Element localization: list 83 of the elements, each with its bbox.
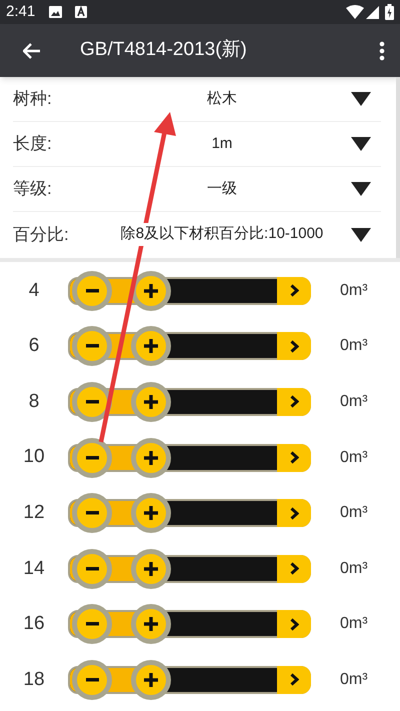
volume-value: 0m³ [340, 614, 368, 634]
chevron-right-icon [290, 618, 298, 631]
field-label: 树种: [13, 88, 53, 110]
status-time: 2:41 [6, 2, 36, 22]
volume-value: 0m³ [340, 280, 368, 301]
decrease-button[interactable] [72, 326, 112, 366]
dropdown-triangle-icon [351, 182, 371, 196]
dropdown[interactable]: 一级 [97, 167, 381, 211]
chevron-right-icon [290, 284, 298, 298]
increase-button[interactable] [131, 493, 171, 534]
minus-icon [86, 288, 98, 293]
image-icon [49, 6, 62, 18]
next-button[interactable] [277, 388, 311, 416]
chevron-right-icon [290, 562, 298, 576]
decrease-button[interactable] [72, 548, 112, 589]
diameter-label: 12 [22, 500, 46, 525]
diameter-label: 8 [28, 390, 40, 414]
increase-button[interactable] [131, 270, 171, 311]
plus-icon [144, 562, 158, 576]
plus-icon [144, 672, 158, 687]
next-button[interactable] [277, 554, 311, 583]
chevron-right-icon [290, 673, 298, 686]
field-label: 百分比: [13, 224, 70, 246]
increase-button[interactable] [131, 548, 171, 589]
minus-icon [86, 456, 98, 460]
volume-value: 0m³ [340, 558, 368, 579]
chevron-right-icon [290, 506, 298, 520]
more-icon [379, 40, 385, 60]
chevron-right-icon [290, 340, 298, 353]
diameter-label: 6 [28, 334, 40, 358]
diameter-label: 10 [22, 445, 46, 470]
plus-icon [144, 284, 158, 298]
increase-button[interactable] [131, 660, 171, 700]
minus-icon [86, 511, 98, 516]
increase-button[interactable] [131, 326, 171, 366]
dropdown-triangle-icon [351, 228, 371, 242]
back-arrow-icon [23, 42, 41, 58]
diameter-label: 4 [28, 278, 40, 303]
volume-value: 0m³ [340, 392, 368, 412]
decrease-button[interactable] [72, 493, 112, 534]
increase-button[interactable] [131, 438, 171, 478]
next-button[interactable] [277, 444, 311, 472]
volume-value: 0m³ [340, 503, 368, 524]
wifi-icon [346, 5, 364, 19]
signal-icon [366, 6, 379, 18]
decrease-button[interactable] [72, 270, 112, 311]
next-button[interactable] [277, 666, 311, 694]
chevron-right-icon [290, 395, 298, 408]
decrease-button[interactable] [72, 604, 112, 644]
next-button[interactable] [277, 499, 311, 528]
app-title: GB/T4814-2013(新) [80, 38, 248, 62]
minus-icon [86, 678, 98, 682]
next-button[interactable] [277, 276, 311, 305]
plus-icon [144, 617, 158, 632]
plus-icon [144, 506, 158, 520]
volume-value: 0m³ [340, 670, 368, 690]
volume-value: 0m³ [340, 336, 368, 356]
minus-icon [86, 344, 98, 348]
next-button[interactable] [277, 610, 311, 638]
dropdown-triangle-icon [351, 92, 371, 106]
increase-button[interactable] [131, 604, 171, 644]
plus-icon [144, 339, 158, 354]
diameter-label: 18 [22, 668, 46, 692]
decrease-button[interactable] [72, 438, 112, 478]
diameter-label: 16 [22, 612, 46, 636]
chevron-right-icon [290, 451, 298, 464]
dropdown-triangle-icon [351, 137, 371, 151]
decrease-button[interactable] [72, 660, 112, 700]
field-label: 等级: [13, 178, 53, 200]
field-label: 长度: [13, 133, 53, 156]
dropdown[interactable]: 松木 [97, 77, 381, 121]
minus-icon [86, 400, 98, 404]
diameter-label: 14 [22, 556, 46, 581]
increase-button[interactable] [131, 382, 171, 422]
minus-icon [86, 622, 98, 626]
battery-icon [385, 4, 394, 20]
next-button[interactable] [277, 332, 311, 360]
minus-icon [86, 566, 98, 571]
text-icon [75, 6, 88, 18]
plus-icon [144, 450, 158, 465]
dropdown[interactable]: 除8及以下材积百分比:10-1000 [97, 212, 381, 256]
volume-value: 0m³ [340, 448, 368, 468]
plus-icon [144, 394, 158, 409]
